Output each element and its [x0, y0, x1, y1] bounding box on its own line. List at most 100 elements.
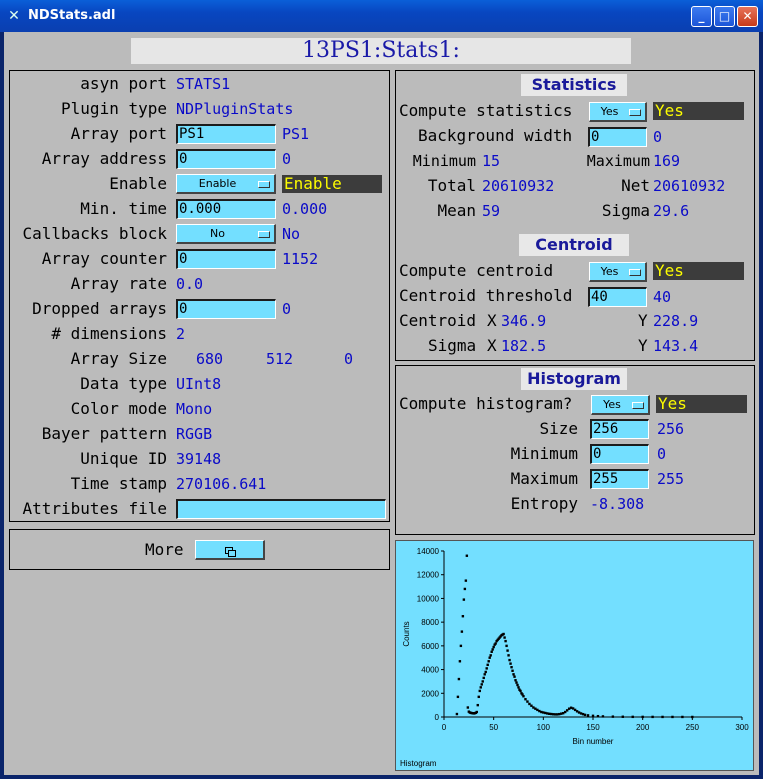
x-tick-label: 150 [586, 723, 600, 732]
close-button[interactable]: ✕ [737, 6, 758, 27]
enable-menu-text: Enable [198, 177, 237, 190]
app-x-icon: ✕ [8, 8, 20, 24]
plot-footer-label: Histogram [400, 759, 437, 768]
title-bar[interactable]: ✕ NDStats.adl _ □ ✕ [0, 0, 763, 32]
x-tick-label: 300 [735, 723, 749, 732]
compute-centroid-menu-text: Yes [600, 265, 619, 278]
array-rate-value: 0.0 [176, 275, 204, 293]
y-axis-title: Counts [402, 621, 411, 646]
array-rate-label: Array rate [70, 274, 167, 293]
data-point [681, 715, 684, 719]
enable-label: Enable [109, 174, 167, 193]
background-width-input[interactable]: 0 [588, 127, 647, 147]
y-tick-label: 14000 [417, 547, 440, 556]
data-point [507, 654, 510, 657]
centroid-threshold-label: Centroid threshold [399, 286, 573, 305]
mean-label: Mean [437, 201, 476, 220]
compute-centroid-label: Compute centroid [399, 261, 554, 280]
x-axis-title: Bin number [573, 737, 614, 746]
sigma-x-value: 182.5 [501, 337, 547, 355]
x-tick-label: 0 [442, 723, 447, 732]
data-point [671, 715, 674, 719]
menu-indicator-icon [258, 181, 270, 188]
y-tick-label: 0 [435, 713, 440, 722]
data-point [514, 679, 517, 682]
data-point [583, 713, 587, 717]
compute-histogram-menu[interactable]: Yes [591, 395, 650, 415]
enable-menu[interactable]: Enable [176, 174, 276, 194]
data-point [455, 712, 459, 716]
array-counter-input[interactable]: 0 [176, 249, 276, 269]
x-tick-label: 50 [489, 723, 498, 732]
data-type-label: Data type [80, 374, 167, 393]
compute-statistics-menu[interactable]: Yes [589, 102, 647, 122]
net-value: 20610932 [653, 177, 726, 195]
compute-statistics-label: Compute statistics [399, 101, 573, 120]
data-point [517, 686, 520, 689]
more-button[interactable] [195, 540, 265, 560]
mean-value: 59 [482, 202, 501, 220]
data-point [508, 658, 511, 662]
histogram-size-input[interactable]: 256 [590, 419, 649, 439]
data-point [661, 715, 664, 719]
unique-id-label: Unique ID [80, 449, 167, 468]
total-value: 20610932 [482, 177, 555, 195]
histogram-minimum-input[interactable]: 0 [590, 444, 649, 464]
data-point [524, 698, 527, 701]
color-mode-value: Mono [176, 400, 213, 418]
unique-id-value: 39148 [176, 450, 222, 468]
histogram-plot: 0 50 100 150 200 250 300 0 2000 4000 6000 8000 10000… [395, 540, 754, 771]
array-counter-value: 1152 [282, 250, 319, 268]
dropped-arrays-input[interactable]: 0 [176, 299, 276, 319]
callbacks-block-label: Callbacks block [22, 224, 168, 243]
data-point [457, 677, 461, 681]
centroid-label: Centroid [399, 311, 477, 330]
data-point [491, 648, 494, 651]
menu-indicator-icon [258, 231, 270, 238]
centroid-y-label: Y [638, 311, 648, 330]
histogram-chart-svg: 0 50 100 150 200 250 300 0 2000 4000 6000 8000 10000… [400, 547, 749, 768]
data-point [464, 579, 468, 582]
data-point [476, 703, 479, 707]
data-point [526, 700, 529, 703]
statistics-heading: Statistics [521, 74, 627, 96]
plugin-type-label: Plugin type [61, 99, 167, 118]
bayer-pattern-label: Bayer pattern [41, 424, 167, 443]
data-point [522, 695, 525, 698]
array-port-value: PS1 [282, 125, 310, 143]
histogram-maximum-input[interactable]: 255 [590, 469, 649, 489]
color-mode-label: Color mode [70, 399, 167, 418]
maximize-button[interactable]: □ [714, 6, 735, 27]
dimensions-value: 2 [176, 325, 186, 343]
sigma-y-label: Y [638, 336, 648, 355]
array-size-z: 0 [344, 350, 354, 368]
attributes-file-input[interactable] [176, 499, 386, 519]
data-point [506, 649, 509, 652]
compute-centroid-menu[interactable]: Yes [589, 262, 647, 282]
y-tick-label: 4000 [421, 666, 439, 675]
data-point [481, 680, 484, 683]
min-time-label: Min. time [80, 199, 167, 218]
callbacks-block-menu[interactable]: No [176, 224, 276, 244]
array-size-label: Array Size [70, 349, 167, 368]
data-point [586, 714, 590, 717]
centroid-threshold-input[interactable]: 40 [588, 287, 647, 307]
maximum-value: 169 [653, 152, 681, 170]
minimum-label: Minimum [412, 152, 476, 170]
compute-statistics-menu-text: Yes [600, 105, 619, 118]
compute-centroid-status: Yes [653, 262, 744, 280]
compute-histogram-menu-text: Yes [603, 398, 621, 411]
centroid-heading: Centroid [519, 234, 629, 256]
min-time-value: 0.000 [282, 200, 328, 218]
page-title: 13PS1:Stats1: [131, 38, 631, 64]
min-time-input[interactable]: 0.000 [176, 199, 276, 219]
minimize-button[interactable]: _ [691, 6, 712, 27]
data-point [503, 636, 506, 639]
array-port-input[interactable]: PS1 [176, 124, 276, 144]
data-point [486, 663, 489, 667]
data-point [477, 695, 480, 699]
compute-statistics-status: Yes [653, 102, 744, 120]
time-stamp-value: 270106.641 [176, 475, 267, 493]
array-address-input[interactable]: 0 [176, 149, 276, 169]
array-address-value: 0 [282, 150, 292, 168]
